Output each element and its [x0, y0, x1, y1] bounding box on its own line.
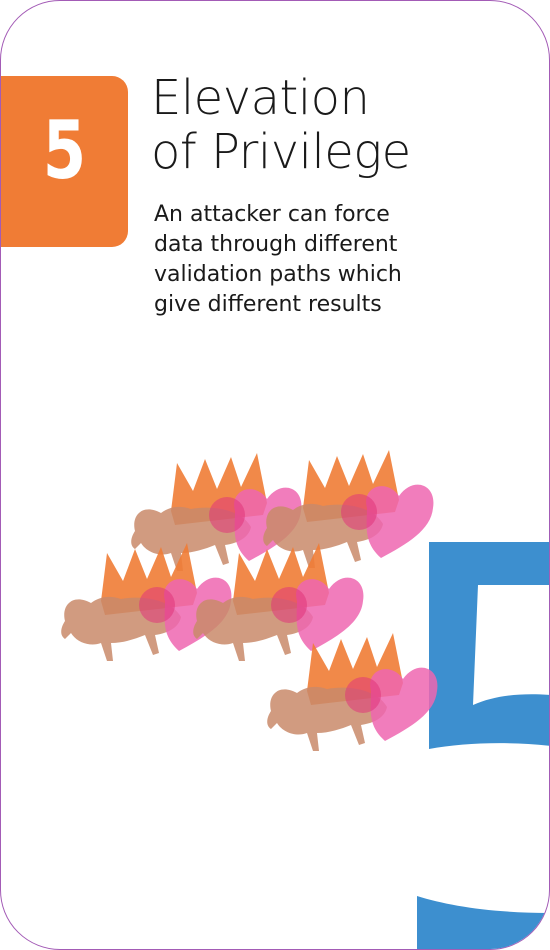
crowned-bison-heart-icon: [193, 543, 364, 661]
crowned-bison-heart-icon: [263, 450, 434, 568]
threat-card: 5 Elevation of Privilege An attacker can…: [0, 0, 550, 950]
elevation-illustration: [61, 450, 438, 751]
crowned-bison-heart-icon: [267, 633, 438, 751]
